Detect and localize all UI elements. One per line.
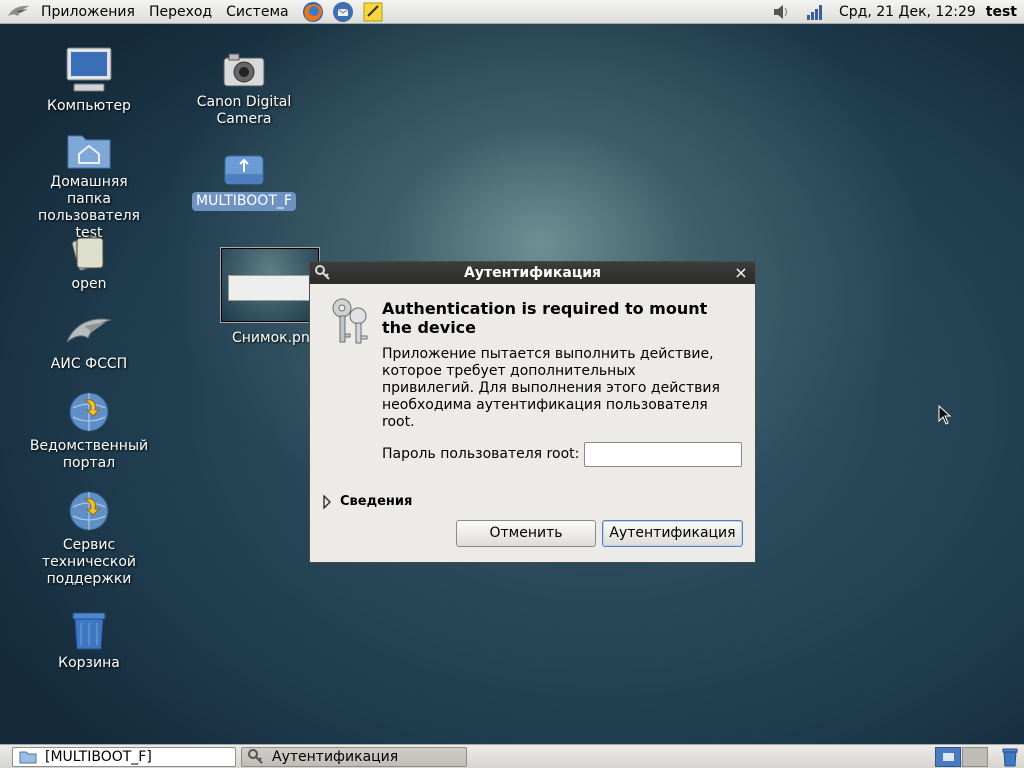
top-panel: Приложения Переход Система Срд, 21 Дек, … — [0, 0, 1024, 24]
desktop-icon-portal[interactable]: Ведомственный портал — [29, 390, 149, 472]
desktop-icon-label: open — [71, 276, 107, 292]
password-input[interactable] — [584, 442, 742, 467]
firefox-launcher-icon[interactable] — [300, 1, 326, 23]
globe-link-icon — [69, 392, 109, 432]
desktop-icon-label: Корзина — [58, 655, 120, 671]
thunderbird-launcher-icon[interactable] — [330, 1, 356, 23]
bottom-panel: [MULTIBOOT_F] Аутентификация — [0, 744, 1024, 768]
user-menu[interactable]: test — [986, 4, 1017, 20]
desktop-icon-home-folder[interactable]: Домашняя папка пользователя test — [29, 130, 149, 242]
clock[interactable]: Срд, 21 Дек, 12:29 — [839, 4, 976, 20]
desktop-icon-label: MULTIBOOT_F — [192, 192, 296, 211]
screenshot-thumbnail — [221, 248, 319, 322]
computer-icon — [66, 47, 112, 92]
close-icon[interactable]: × — [733, 263, 749, 283]
desktop-icon-label: Ведомственный портал — [29, 438, 149, 471]
key-small-icon — [248, 749, 263, 764]
file-stack-icon — [71, 235, 105, 271]
desktop-icon-label: Сервис технической поддержки — [41, 537, 136, 587]
auth-dialog: Аутентификация × Authentication is requi… — [309, 261, 756, 563]
triangle-right-icon — [323, 494, 331, 509]
desktop-icon-trash[interactable]: Корзина — [29, 609, 149, 672]
folder-icon — [19, 751, 37, 764]
desktop-icon-usb-drive[interactable]: MULTIBOOT_F — [184, 152, 304, 211]
key-small-icon — [315, 265, 330, 280]
home-folder-icon — [67, 135, 111, 169]
details-label: Сведения — [340, 494, 413, 509]
trash-icon[interactable] — [1000, 747, 1020, 767]
desktop-icon-label: Домашняя папка пользователя test — [38, 174, 140, 241]
dialog-titlebar[interactable]: Аутентификация × — [310, 262, 755, 284]
password-label: Пароль пользователя root: — [382, 446, 580, 462]
volume-icon[interactable] — [771, 2, 791, 22]
dialog-message: Приложение пытается выполнить действие, … — [382, 346, 720, 430]
cancel-button[interactable]: Отменить — [456, 520, 596, 547]
globe-link-icon — [69, 491, 109, 531]
dialog-heading: Authentication is required to mount the … — [382, 299, 708, 337]
dialog-title: Аутентификация — [464, 265, 601, 281]
desktop-icon-label: Компьютер — [47, 98, 131, 114]
camera-icon — [223, 53, 265, 87]
desktop-icon-camera[interactable]: Canon Digital Camera — [184, 52, 304, 128]
network-signal-icon[interactable] — [805, 2, 825, 22]
menu-places[interactable]: Переход — [142, 0, 219, 24]
workspace-2[interactable] — [962, 747, 988, 767]
trash-icon — [72, 612, 106, 650]
desktop-icon-support[interactable]: Сервис технической поддержки — [29, 489, 149, 588]
keys-icon — [332, 298, 368, 344]
authenticate-button[interactable]: Аутентификация — [602, 520, 743, 547]
workspace-1[interactable] — [935, 747, 961, 767]
desktop-icon-computer[interactable]: Компьютер — [29, 46, 149, 115]
desktop-icon-ais[interactable]: АИС ФССП — [29, 312, 149, 373]
eagle-icon — [66, 318, 112, 343]
menu-applications[interactable]: Приложения — [34, 0, 142, 24]
desktop-icon-open[interactable]: open — [29, 232, 149, 293]
taskbar-item-multiboot[interactable]: [MULTIBOOT_F] — [12, 747, 236, 767]
details-expander[interactable]: Сведения — [322, 494, 412, 509]
mouse-cursor-icon — [938, 405, 952, 425]
notes-launcher-icon[interactable] — [360, 1, 386, 23]
taskbar-item-label: Аутентификация — [272, 749, 399, 765]
distro-logo-icon[interactable] — [6, 2, 32, 22]
taskbar-item-label: [MULTIBOOT_F] — [45, 749, 152, 765]
menu-system[interactable]: Система — [219, 0, 295, 24]
taskbar-item-auth[interactable]: Аутентификация — [241, 747, 467, 767]
desktop-icon-label: Canon Digital Camera — [196, 94, 292, 127]
desktop-icon-label: АИС ФССП — [50, 356, 128, 372]
usb-drive-icon — [224, 155, 264, 185]
